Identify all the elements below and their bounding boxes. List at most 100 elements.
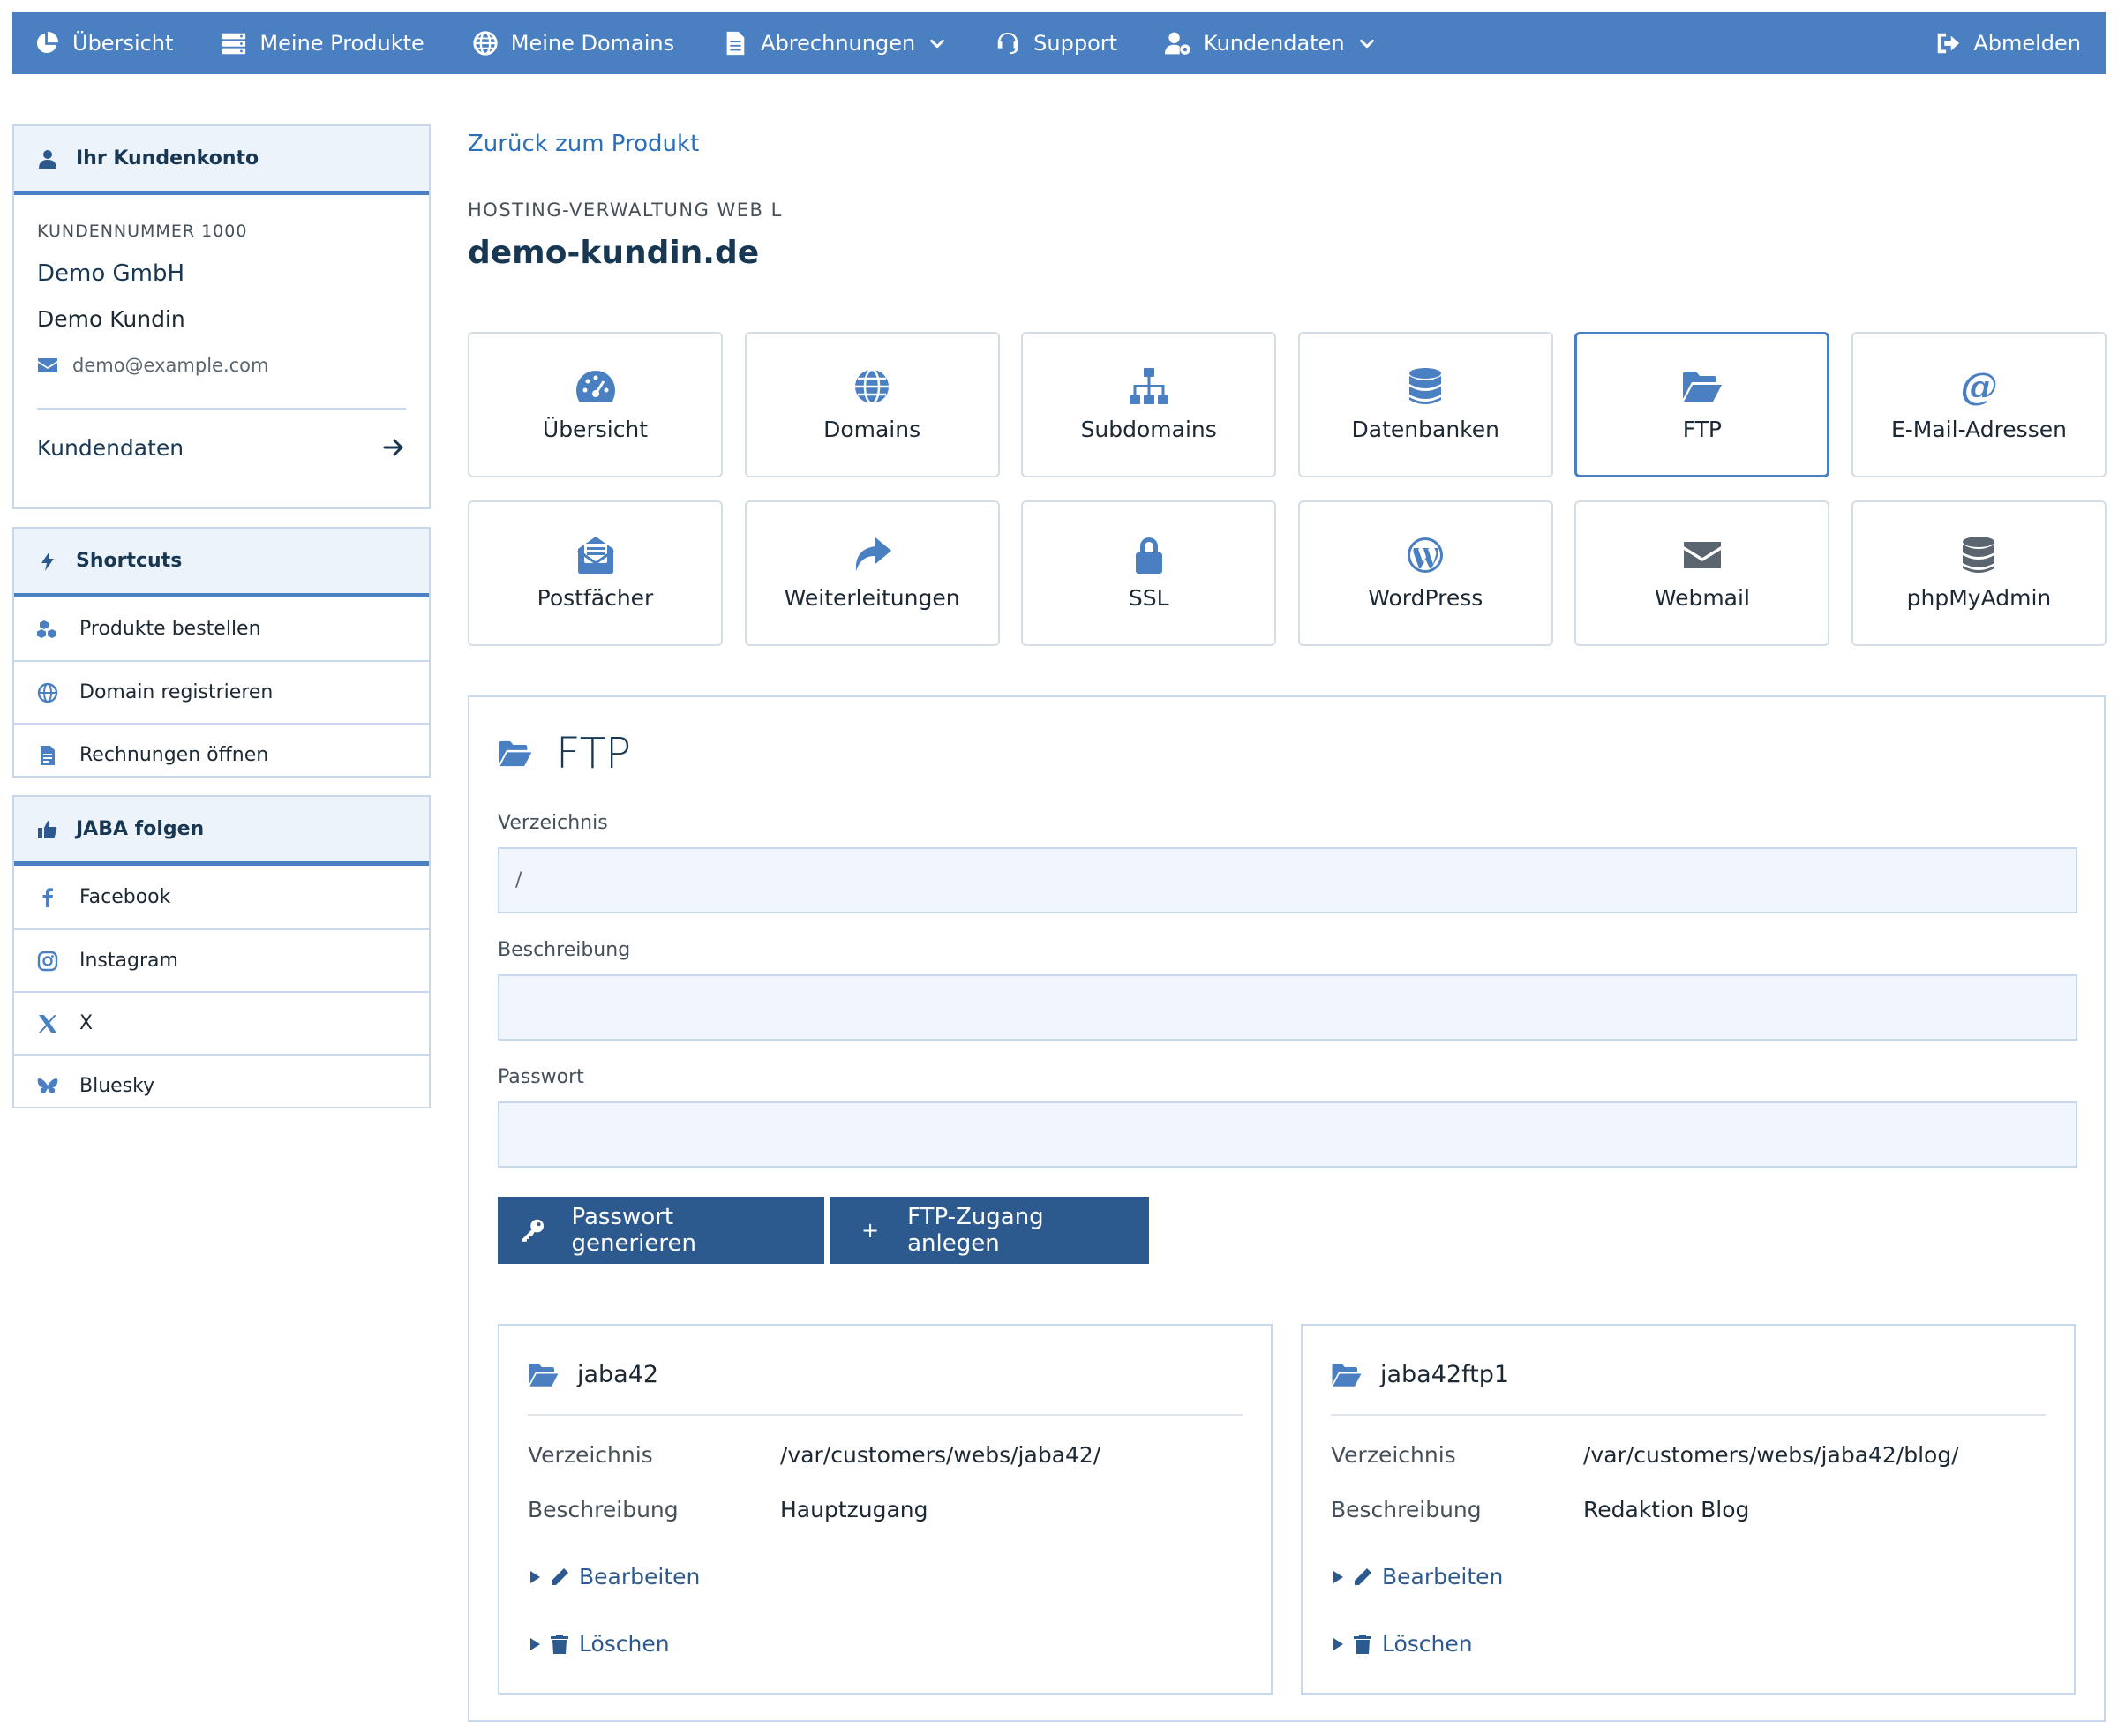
- follow-bluesky[interactable]: Bluesky: [14, 1054, 429, 1116]
- tile-databases[interactable]: Datenbanken: [1297, 332, 1553, 477]
- tile-wordpress[interactable]: WordPress: [1297, 500, 1553, 646]
- plus-icon: +: [861, 1218, 880, 1243]
- follow-title: JABA folgen: [76, 818, 205, 840]
- customer-name: Demo Kundin: [37, 306, 185, 332]
- divider: [1331, 1414, 2046, 1416]
- tile-domains[interactable]: Domains: [744, 332, 1000, 477]
- nav-item-products[interactable]: Meine Produkte: [221, 12, 424, 74]
- page-eyebrow: HOSTING-VERWALTUNG WEB L: [468, 199, 783, 221]
- tile-email-addresses[interactable]: @ E-Mail-Adressen: [1851, 332, 2107, 477]
- directory-value: /var/customers/webs/jaba42/: [780, 1442, 1101, 1468]
- logout-button[interactable]: Abmelden: [1934, 12, 2081, 74]
- customer-data-link[interactable]: Kundendaten: [37, 410, 406, 485]
- follow-instagram[interactable]: Instagram: [14, 928, 429, 991]
- nav-item-label: Meine Produkte: [259, 31, 424, 56]
- ftp-account-heading: jaba42ftp1: [1331, 1361, 1509, 1388]
- sign-out-icon: [1938, 33, 1960, 54]
- thumbs-up-icon: [38, 820, 57, 838]
- envelope-icon: [38, 358, 57, 372]
- folder-open-icon: [1682, 372, 1722, 402]
- pencil-icon: [552, 1567, 568, 1585]
- facebook-icon: [42, 887, 53, 907]
- back-to-product-link[interactable]: Zurück zum Produkt: [468, 131, 699, 157]
- caret-right-icon: [1333, 1570, 1343, 1583]
- directory-label: Verzeichnis: [498, 812, 608, 834]
- description-input[interactable]: [498, 974, 2077, 1041]
- follow-label: Facebook: [79, 886, 171, 908]
- account-box-title: Ihr Kundenkonto: [76, 147, 259, 169]
- tile-ftp[interactable]: FTP: [1574, 332, 1830, 477]
- shortcut-label: Domain registrieren: [79, 681, 274, 703]
- nav-item-label: Meine Domains: [510, 31, 675, 56]
- shortcut-order-products[interactable]: Produkte bestellen: [14, 597, 429, 660]
- nav-item-domains[interactable]: Meine Domains: [472, 12, 674, 74]
- tile-overview[interactable]: Übersicht: [468, 332, 723, 477]
- tile-ssl[interactable]: SSL: [1021, 500, 1277, 646]
- share-icon: [855, 537, 892, 571]
- nav-item-support[interactable]: Support: [995, 12, 1117, 74]
- delete-toggle[interactable]: Löschen: [528, 1631, 670, 1657]
- nav-item-label: Übersicht: [72, 31, 174, 56]
- tile-label: WordPress: [1368, 585, 1483, 611]
- arrow-right-icon: [383, 439, 403, 456]
- ftp-account-card: jaba42ftp1 Verzeichnis /var/customers/we…: [1301, 1324, 2076, 1695]
- edit-toggle[interactable]: Bearbeiten: [1331, 1564, 1503, 1589]
- description-key: Beschreibung: [528, 1497, 679, 1522]
- database-icon: [1409, 368, 1442, 404]
- shortcut-register-domain[interactable]: Domain registrieren: [14, 660, 429, 723]
- ftp-account-name: jaba42: [577, 1361, 659, 1388]
- tile-webmail[interactable]: Webmail: [1574, 500, 1830, 646]
- directory-key: Verzeichnis: [528, 1442, 653, 1468]
- tile-label: Postfächer: [537, 585, 654, 611]
- follow-x[interactable]: X: [14, 991, 429, 1054]
- user-gear-icon: [1165, 32, 1190, 55]
- chevron-down-icon: [1359, 39, 1374, 49]
- server-icon: [222, 33, 246, 55]
- create-ftp-account-button[interactable]: + FTP-Zugang anlegen: [830, 1197, 1149, 1264]
- document-icon: [726, 31, 745, 56]
- account-box-header: Ihr Kundenkonto: [14, 126, 429, 195]
- tile-mailboxes[interactable]: Postfächer: [468, 500, 723, 646]
- nav-item-customer-data[interactable]: Kundendaten: [1165, 12, 1377, 74]
- caret-right-icon: [1333, 1637, 1343, 1650]
- generate-password-button[interactable]: Passwort generieren: [498, 1197, 824, 1264]
- tile-label: phpMyAdmin: [1906, 585, 2052, 611]
- customer-data-link-label: Kundendaten: [37, 434, 184, 461]
- folder-open-icon: [529, 1363, 559, 1387]
- company-name: Demo GmbH: [37, 260, 185, 287]
- customer-number: KUNDENNUMMER 1000: [37, 222, 248, 241]
- password-input[interactable]: [498, 1101, 2077, 1168]
- nav-item-overview[interactable]: Übersicht: [34, 12, 173, 74]
- invoice-icon: [41, 745, 55, 765]
- tile-label: Weiterleitungen: [784, 585, 960, 611]
- follow-facebook[interactable]: Facebook: [14, 866, 429, 928]
- directory-input[interactable]: /: [498, 847, 2077, 913]
- trash-icon: [551, 1634, 568, 1654]
- password-label: Passwort: [498, 1066, 584, 1088]
- globe-icon: [37, 682, 58, 703]
- nav-item-label: Support: [1033, 31, 1118, 56]
- edit-toggle[interactable]: Bearbeiten: [528, 1564, 700, 1589]
- ftp-account-card: jaba42 Verzeichnis /var/customers/webs/j…: [498, 1324, 1273, 1695]
- tile-phpmyadmin[interactable]: phpMyAdmin: [1851, 500, 2107, 646]
- ftp-panel: FTP Verzeichnis / Beschreibung Passwort …: [468, 695, 2106, 1722]
- tile-subdomains[interactable]: Subdomains: [1021, 332, 1277, 477]
- x-icon: [39, 1014, 56, 1033]
- ftp-account-name: jaba42ftp1: [1380, 1361, 1510, 1388]
- key-icon: [522, 1219, 545, 1242]
- directory-key: Verzeichnis: [1331, 1442, 1456, 1468]
- shortcut-open-invoices[interactable]: Rechnungen öffnen: [14, 723, 429, 785]
- tile-forwardings[interactable]: Weiterleitungen: [744, 500, 1000, 646]
- follow-label: X: [79, 1012, 94, 1034]
- nav-item-billing[interactable]: Abrechnungen: [722, 12, 947, 74]
- delete-label: Löschen: [579, 1631, 670, 1657]
- instagram-icon: [37, 951, 58, 971]
- sitemap-icon: [1129, 368, 1168, 404]
- folder-open-icon: [499, 740, 532, 767]
- top-navigation: Übersicht Meine Produkte Meine Domains A…: [12, 12, 2106, 74]
- chevron-down-icon: [930, 39, 945, 49]
- directory-value: /var/customers/webs/jaba42/blog/: [1583, 1442, 1959, 1468]
- tile-label: Webmail: [1654, 585, 1750, 611]
- account-box: Ihr Kundenkonto KUNDENNUMMER 1000 Demo G…: [12, 124, 431, 509]
- delete-toggle[interactable]: Löschen: [1331, 1631, 1473, 1657]
